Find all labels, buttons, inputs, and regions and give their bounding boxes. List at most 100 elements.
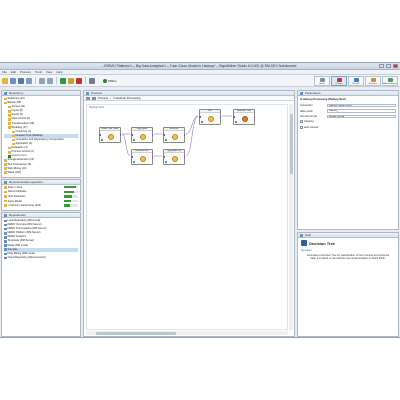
perspective-administration[interactable]: Administration [382, 76, 398, 86]
folder-icon [8, 126, 11, 129]
operator-icon [108, 134, 114, 140]
menu-edit[interactable]: Edit [11, 70, 16, 74]
process-operator[interactable]: Read Hive Table [99, 127, 121, 143]
connection-wire[interactable] [185, 115, 199, 157]
canvas-vertical-scrollbar[interactable] [289, 104, 293, 330]
perspective-design[interactable]: Design [331, 76, 347, 86]
save-icon[interactable] [18, 77, 24, 84]
input-port[interactable] [131, 156, 133, 158]
input-port[interactable] [163, 134, 165, 136]
process-operator[interactable]: Aggregate (2) [163, 149, 185, 165]
minimize-button[interactable] [379, 64, 384, 68]
output-port[interactable] [151, 156, 153, 158]
connection-status-label: Offline [108, 78, 117, 83]
status-indicator-icon [133, 161, 135, 163]
recommended-operator-label: Apply Model [7, 199, 22, 203]
pause-icon[interactable] [68, 77, 74, 84]
stop-icon[interactable] [76, 77, 82, 84]
repository-icon [4, 252, 7, 256]
close-button[interactable] [393, 64, 398, 68]
output-port[interactable] [219, 116, 221, 118]
rapidminer-window: //DEMO Platform/1 – Big Data Analytics/1… [0, 62, 400, 338]
recommended-operator-label: Store in Hive [7, 185, 23, 189]
breadcrumb-process[interactable]: Process [98, 96, 108, 100]
menu-tools[interactable]: Tools [35, 70, 42, 74]
menu-help[interactable]: Help [56, 70, 62, 74]
status-indicator-icon [133, 139, 135, 141]
repository-label: Cloud Repository (Disconnected) [7, 255, 46, 259]
parameter-value-field[interactable]: Radoop_ [327, 109, 396, 113]
perspective-statistics[interactable]: Statistics [365, 76, 381, 86]
input-port[interactable] [233, 116, 235, 118]
process-operator[interactable]: Generate Attr. [131, 149, 153, 165]
help-panel: Help Decision Tree Synopsis Generates a … [297, 232, 399, 337]
repository-icon [4, 232, 7, 235]
parameter-checkbox[interactable] [300, 120, 303, 124]
output-port[interactable] [183, 134, 185, 136]
undo-icon[interactable] [39, 77, 45, 84]
repository-icon [4, 227, 7, 231]
repositories-tree: Local Repository (RM Local) DEMO Overview… [2, 218, 80, 261]
repository-item[interactable]: Cloud Repository (Disconnected) [4, 256, 78, 260]
home-icon [319, 78, 325, 82]
output-port[interactable] [119, 134, 121, 136]
recommended-panel: Recommended operators Store in Hive Selec… [1, 179, 81, 211]
help-panel-icon [300, 233, 303, 237]
recommendation-strength-bar [64, 186, 78, 189]
save-as-icon[interactable] [26, 77, 32, 84]
parameter-list: connection Radoop Cluster Demo table prefi… [298, 103, 398, 130]
operator-tree-item[interactable]: Weka (120) [4, 171, 78, 175]
parameter-checkbox[interactable] [300, 125, 303, 129]
parameter-value-field[interactable]: Radoop Cluster Demo [327, 103, 396, 108]
run-icon[interactable] [60, 77, 66, 84]
process-canvas[interactable]: Radoop Nest Read Hive Table Aggregate Rena… [86, 104, 288, 330]
operator-name: Rename [164, 128, 184, 132]
recommended-operator-label: In Memory Subprocess (Full) [7, 204, 41, 208]
recommended-operator[interactable]: In Memory Subprocess (Full) [2, 203, 80, 208]
input-port[interactable] [131, 134, 133, 136]
forward-arrow-icon[interactable] [92, 96, 96, 100]
folder-icon [4, 163, 7, 166]
process-operator[interactable]: Rename [163, 127, 185, 143]
canvas-horizontal-scrollbar[interactable] [86, 331, 288, 335]
design-icon [336, 78, 342, 82]
help-panel-title: Help [305, 233, 312, 237]
connection-wire[interactable] [185, 115, 199, 135]
back-arrow-icon[interactable] [86, 96, 90, 100]
input-port[interactable] [199, 116, 201, 118]
menu-process[interactable]: Process [20, 70, 31, 74]
repository-icon [4, 236, 7, 239]
perspective-results[interactable]: Results [348, 76, 364, 86]
output-port[interactable] [183, 156, 185, 158]
new-process-icon[interactable] [2, 77, 8, 84]
input-port[interactable] [99, 134, 101, 136]
operator-icon [4, 204, 7, 207]
maximize-button[interactable] [386, 64, 391, 68]
status-indicator-icon [101, 139, 103, 141]
process-operator[interactable]: Decision Tree [233, 109, 255, 125]
menu-file[interactable]: File [2, 70, 7, 74]
redo-icon[interactable] [47, 77, 53, 84]
open-icon[interactable] [10, 77, 16, 84]
decision-tree-icon [301, 240, 307, 246]
server-icon[interactable] [89, 77, 95, 84]
output-port[interactable] [151, 134, 153, 136]
process-operator[interactable]: Aggregate [131, 127, 153, 143]
parameter-value-field[interactable]: Default Format [327, 114, 396, 119]
breadcrumb-subprocess[interactable]: In Hadoop Processing [113, 96, 141, 100]
menu-view[interactable]: View [46, 70, 52, 74]
status-indicator-icon [165, 161, 167, 163]
operator-name: Decision Tree [234, 110, 254, 114]
connection-wire[interactable] [121, 133, 131, 157]
administration-icon [387, 78, 393, 82]
input-port[interactable] [163, 156, 165, 158]
output-port[interactable] [253, 116, 255, 118]
parameter-label: connection [300, 104, 313, 108]
perspective-home[interactable]: Home [314, 76, 330, 86]
operator-icon [4, 186, 7, 189]
operator-name: Join [200, 110, 220, 114]
connection-status[interactable]: Offline [103, 78, 117, 83]
folder-icon [12, 130, 15, 134]
status-dot-icon [103, 78, 107, 83]
process-operator[interactable]: Join [199, 109, 221, 125]
